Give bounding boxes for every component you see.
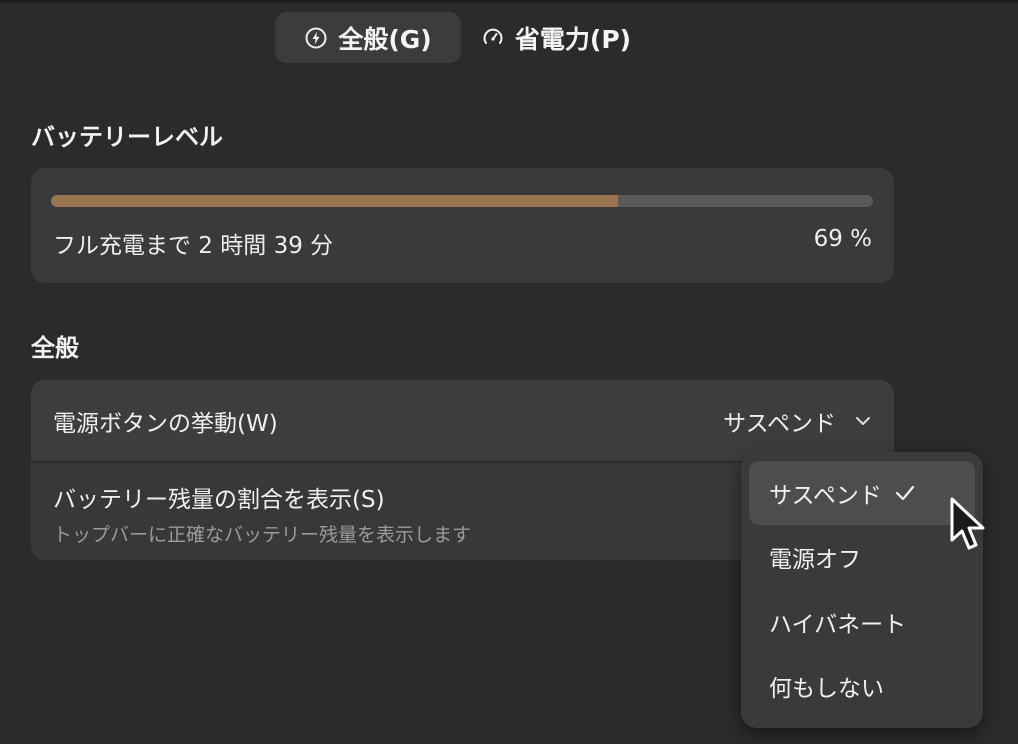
menu-item-label: 電源オフ (769, 547, 861, 573)
mouse-pointer-icon (950, 497, 985, 550)
menu-item-nothing[interactable]: 何もしない (749, 654, 975, 718)
check-icon (894, 482, 916, 504)
gauge-icon (481, 26, 505, 50)
power-button-behavior-row[interactable]: 電源ボタンの挙動(W) サスペンド (31, 380, 894, 461)
show-battery-percentage-label[interactable]: バッテリー残量の割合を表示(S) (53, 480, 385, 514)
chevron-down-icon (856, 417, 870, 425)
menu-item-hibernate[interactable]: ハイバネート (749, 590, 975, 654)
show-battery-percentage-subtitle: トップバーに正確なバッテリー残量を表示します (53, 524, 472, 546)
menu-item-power-off[interactable]: 電源オフ (749, 525, 975, 589)
power-button-behavior-label: 電源ボタンの挙動(W) (53, 411, 278, 437)
menu-item-suspend[interactable]: サスペンド (749, 461, 975, 525)
window-top-border (0, 0, 1018, 3)
battery-card: フル充電まで 2 時間 39 分 69 % (31, 168, 894, 283)
menu-item-label: ハイバネート (769, 612, 907, 638)
tab-power-saving[interactable]: 省電力(P) (470, 12, 642, 63)
battery-progress-fill (51, 195, 619, 207)
battery-percent: 69 % (813, 226, 872, 252)
tab-general-label: 全般(G) (338, 24, 432, 54)
battery-progress-bar (51, 195, 873, 207)
power-icon (304, 26, 328, 50)
tab-power-saving-label: 省電力(P) (514, 24, 632, 54)
general-section-title: 全般 (31, 334, 79, 362)
battery-status-text: フル充電まで 2 時間 39 分 (53, 233, 334, 259)
tab-general[interactable]: 全般(G) (275, 12, 461, 63)
menu-item-label: 何もしない (769, 676, 884, 702)
battery-section-title: バッテリーレベル (31, 123, 223, 151)
power-button-behavior-value: サスペンド (723, 411, 836, 437)
menu-item-label: サスペンド (769, 483, 882, 509)
power-button-dropdown-menu: サスペンド 電源オフ ハイバネート 何もしない (741, 452, 983, 728)
